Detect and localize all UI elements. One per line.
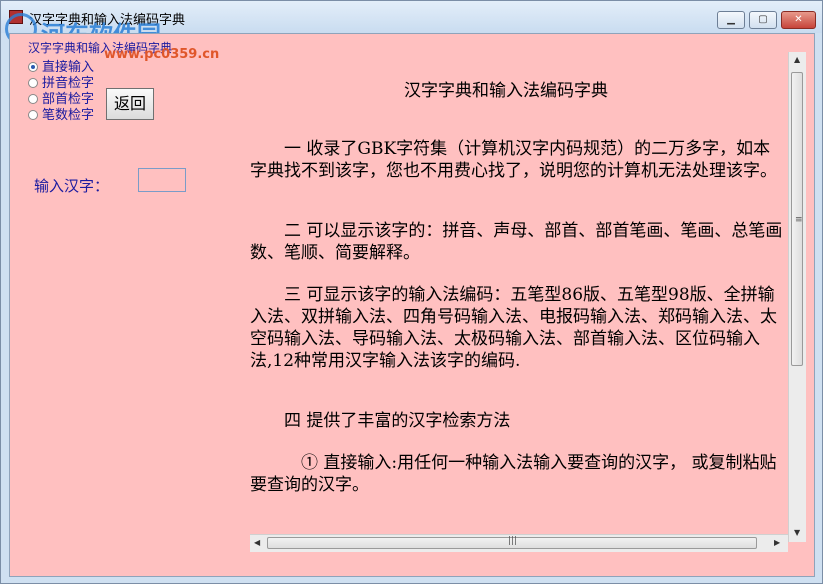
watermark-url: www.pc0359.cn bbox=[104, 47, 220, 62]
back-button[interactable]: 返回 bbox=[106, 88, 154, 120]
scroll-down-arrow-icon[interactable]: ▼ bbox=[794, 528, 800, 537]
radio-pinyin-search[interactable]: 拼音检字 bbox=[28, 72, 94, 91]
radio-direct-input[interactable]: 直接输入 bbox=[28, 56, 94, 75]
scroll-up-arrow-icon[interactable]: ▲ bbox=[794, 55, 800, 64]
radio-button-icon[interactable] bbox=[28, 94, 38, 104]
grip-icon: ||| bbox=[508, 536, 518, 546]
close-button[interactable]: ✕ bbox=[781, 11, 816, 29]
hanzi-input-label: 输入汉字： bbox=[34, 177, 110, 195]
radio-button-icon[interactable] bbox=[28, 110, 38, 120]
app-window: 汉字字典和输入法编码字典 河东软件园 ▁ ▢ ✕ 汉字字典和输入法编码字典 直接… bbox=[0, 0, 823, 584]
content-heading: 汉字字典和输入法编码字典 bbox=[404, 81, 608, 101]
vertical-scroll-thumb[interactable]: ≡ bbox=[791, 72, 803, 366]
scroll-left-arrow-icon[interactable]: ◀ bbox=[254, 538, 260, 547]
hanzi-input-field[interactable] bbox=[138, 168, 186, 192]
horizontal-scrollbar[interactable]: ◀ ||| ▶ bbox=[250, 534, 788, 552]
vertical-scrollbar[interactable]: ▲ ≡ ▼ bbox=[788, 52, 806, 542]
horizontal-scroll-thumb[interactable]: ||| bbox=[267, 536, 757, 549]
radio-button-icon[interactable] bbox=[28, 62, 38, 72]
paragraph-2: 二 可以显示该字的：拼音、声母、部首、部首笔画、笔画、总笔画数、笔顺、简要解释。 bbox=[250, 221, 783, 263]
paragraph-5: ① 直接输入:用任何一种输入法输入要查询的汉字， 或复制粘贴要查询的汉字。 bbox=[250, 453, 777, 495]
radio-label: 笔数检字 bbox=[42, 108, 95, 123]
paragraph-3: 三 可显示该字的输入法编码：五笔型86版、五笔型98版、全拼输入法、双拼输入法、… bbox=[250, 285, 777, 371]
paragraph-4: 四 提供了丰富的汉字检索方法 bbox=[250, 411, 511, 431]
minimize-button[interactable]: ▁ bbox=[717, 11, 745, 29]
grip-icon: ≡ bbox=[795, 215, 803, 225]
description-text-area[interactable]: 汉字字典和输入法编码字典 一 收录了GBK字符集（计算机汉字内码规范）的二万多字… bbox=[250, 52, 786, 542]
client-area: 汉字字典和输入法编码字典 直接输入 拼音检字 部首检字 笔数检字 www.pc0… bbox=[9, 33, 815, 577]
radio-button-icon[interactable] bbox=[28, 78, 38, 88]
radio-stroke-search[interactable]: 笔数检字 bbox=[28, 104, 95, 123]
title-bar[interactable]: 汉字字典和输入法编码字典 河东软件园 ▁ ▢ ✕ bbox=[1, 1, 822, 49]
scroll-right-arrow-icon[interactable]: ▶ bbox=[774, 538, 780, 547]
maximize-button[interactable]: ▢ bbox=[749, 11, 777, 29]
paragraph-1: 一 收录了GBK字符集（计算机汉字内码规范）的二万多字，如本字典找不到该字，您也… bbox=[250, 139, 777, 181]
radio-radical-search[interactable]: 部首检字 bbox=[28, 88, 94, 107]
